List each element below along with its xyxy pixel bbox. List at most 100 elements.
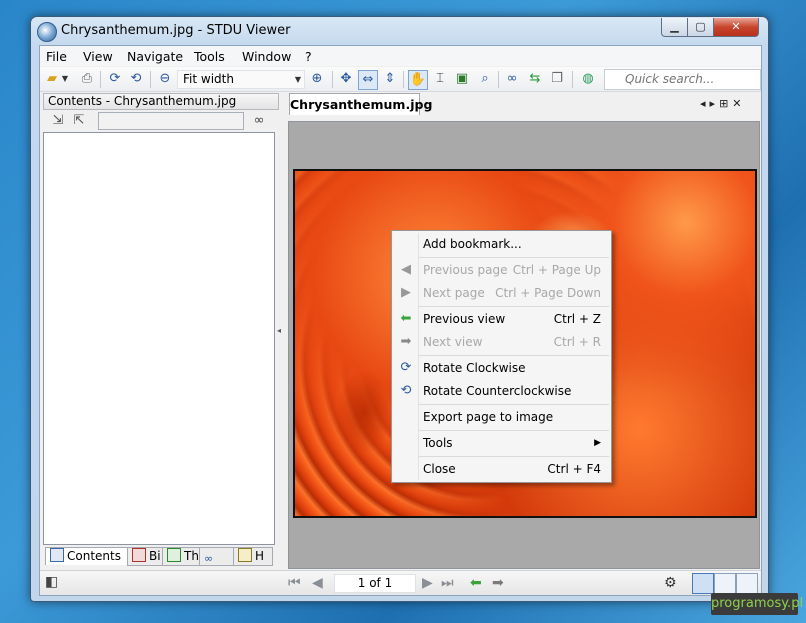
rotate-cw-toolbar-icon[interactable]: ⟳ [106,70,124,88]
menu-item-rotate-clockwise[interactable]: ⟳ Rotate Clockwise [392,357,611,379]
menu-item-label: Rotate Counterclockwise [423,384,572,398]
find-icon[interactable]: ∞ [503,70,521,88]
collapse-icon[interactable]: ⇱ [70,112,88,130]
quick-search-box[interactable] [604,69,761,90]
menu-item-label: Next page [423,286,485,300]
zoom-value: Fit width [183,72,234,86]
minimize-button[interactable]: ▁ [661,18,688,37]
tab-contents[interactable]: Contents [45,547,128,565]
separator [403,71,404,88]
watermark: programosy.pl [711,593,803,615]
menu-item-label: Next view [423,335,483,349]
tab-bookmarks[interactable]: Bi [127,547,163,566]
prev-page-nav-icon[interactable]: ◀ [312,575,323,591]
menu-navigate[interactable]: Navigate [127,49,183,64]
menu-item-add-bookmark[interactable]: Add bookmark... [392,233,611,255]
quick-search-icon[interactable]: ◍ [579,70,597,88]
page-indicator[interactable]: 1 of 1 [334,574,416,593]
contents-panel-header: Contents - Chrysanthemum.jpg [43,93,279,110]
fit-width-icon[interactable]: ⇔ [358,70,378,90]
menu-item-next-page[interactable]: ▶ Next page Ctrl + Page Down [392,282,611,304]
tab-thumbnails[interactable]: Th [162,547,200,566]
select-image-icon[interactable]: ▣ [453,70,471,88]
zoom-out-icon[interactable]: ⊖ [156,70,174,88]
tab-label: Bi [149,549,161,563]
separator [332,71,333,88]
contents-tree[interactable] [43,132,275,545]
rotate-status-icon[interactable]: ⚙ [664,575,677,591]
zoom-in-icon[interactable]: ⊕ [308,70,326,88]
fit-height-icon[interactable]: ⇕ [381,70,399,88]
tab-highlights[interactable]: H [233,547,273,566]
menu-item-label: Export page to image [423,410,554,424]
context-menu: Add bookmark... ◀ Previous page Ctrl + Pag… [391,230,612,483]
close-button[interactable]: ✕ [713,18,759,37]
forward-view-icon[interactable]: ➡ [492,575,504,591]
rotate-ccw-toolbar-icon[interactable]: ⟲ [127,70,145,88]
menu-item-tools[interactable]: Tools ▶ [392,432,611,454]
menu-item-label: Previous page [423,263,508,277]
menu-separator [419,404,609,405]
rotate-cw-icon: ⟳ [400,360,412,375]
contents-search-input[interactable] [98,112,244,130]
menu-item-previous-view[interactable]: ⬅ Previous view Ctrl + Z [392,308,611,330]
highlights-icon [238,548,252,562]
prev-view-icon: ⬅ [400,311,412,326]
separator [572,71,573,88]
next-page-nav-icon[interactable]: ▶ [422,575,433,591]
separator [100,71,101,88]
menu-help[interactable]: ? [305,49,312,64]
fit-page-icon[interactable]: ✥ [337,70,355,88]
zoom-select[interactable]: Fit width ▼ [177,70,305,89]
menu-view[interactable]: View [83,49,113,64]
next-page-icon: ▶ [401,285,411,300]
menu-item-previous-page[interactable]: ◀ Previous page Ctrl + Page Up [392,259,611,281]
menu-item-shortcut: Ctrl + Page Down [495,286,601,300]
tab-search[interactable]: ∞ [199,547,234,566]
two-page-view-button[interactable] [714,573,736,594]
expand-icon[interactable]: ⇲ [49,112,67,130]
menu-item-shortcut: Ctrl + R [553,335,601,349]
single-page-view-button[interactable] [692,573,714,594]
open-dropdown-icon[interactable]: ▼ [61,70,69,88]
open-folder-icon[interactable]: ▰ [43,70,61,88]
menu-window[interactable]: Window [242,49,291,64]
menu-item-next-view[interactable]: ➡ Next view Ctrl + R [392,331,611,353]
tab-close-icon[interactable]: ✕ [732,97,745,110]
toolbar: ▰ ▼ ⎙ ⟳ ⟲ ⊖ Fit width ▼ ⊕ ✥ ⇔ ⇕ ✋ ⌶ ▣ ⌕ … [40,67,761,92]
title-bar[interactable]: Chrysanthemum.jpg - STDU Viewer ▁ ▢ ✕ [31,17,768,45]
hand-tool-icon[interactable]: ✋ [408,70,428,90]
collapse-panel-arrow-icon[interactable]: ◂ [277,326,281,335]
menu-bar: File View Navigate Tools Window ? [40,46,761,66]
back-view-icon[interactable]: ⬅ [470,575,482,591]
maximize-button[interactable]: ▢ [687,18,714,37]
document-tab[interactable]: Chrysanthemum.jpg [289,93,432,115]
tab-label: Th [184,549,199,563]
menu-item-label: Close [423,462,456,476]
first-page-icon[interactable]: ⏮ [288,575,301,591]
menu-item-close[interactable]: Close Ctrl + F4 [392,458,611,480]
tab-list-icon[interactable]: ⊞ [719,97,732,110]
menu-item-rotate-counterclockwise[interactable]: ⟲ Rotate Counterclockwise [392,380,611,402]
select-text-icon[interactable]: ⌶ [431,70,449,88]
search-binoculars-icon[interactable]: ∞ [250,112,268,130]
quick-search-input[interactable] [625,71,755,87]
tab-next-icon[interactable]: ▸ [710,97,720,110]
print-icon[interactable]: ⎙ [78,70,96,88]
grid-view-button[interactable] [736,573,758,594]
separator [150,71,151,88]
copy-icon[interactable]: ❐ [548,70,566,88]
find-next-icon[interactable]: ⇆ [526,70,544,88]
menu-item-shortcut: Ctrl + F4 [547,462,601,476]
menu-separator [419,430,609,431]
zoom-tool-icon[interactable]: ⌕ [476,70,494,88]
tab-prev-icon[interactable]: ◂ [700,97,710,110]
menu-item-export-page[interactable]: Export page to image [392,406,611,428]
menu-file[interactable]: File [46,49,67,64]
menu-item-label: Rotate Clockwise [423,361,526,375]
app-icon[interactable] [37,22,57,42]
last-page-icon[interactable]: ⏭ [441,575,454,591]
menu-separator [419,257,609,258]
toggle-panel-icon[interactable]: ◧ [45,574,58,590]
menu-tools[interactable]: Tools [194,49,225,64]
